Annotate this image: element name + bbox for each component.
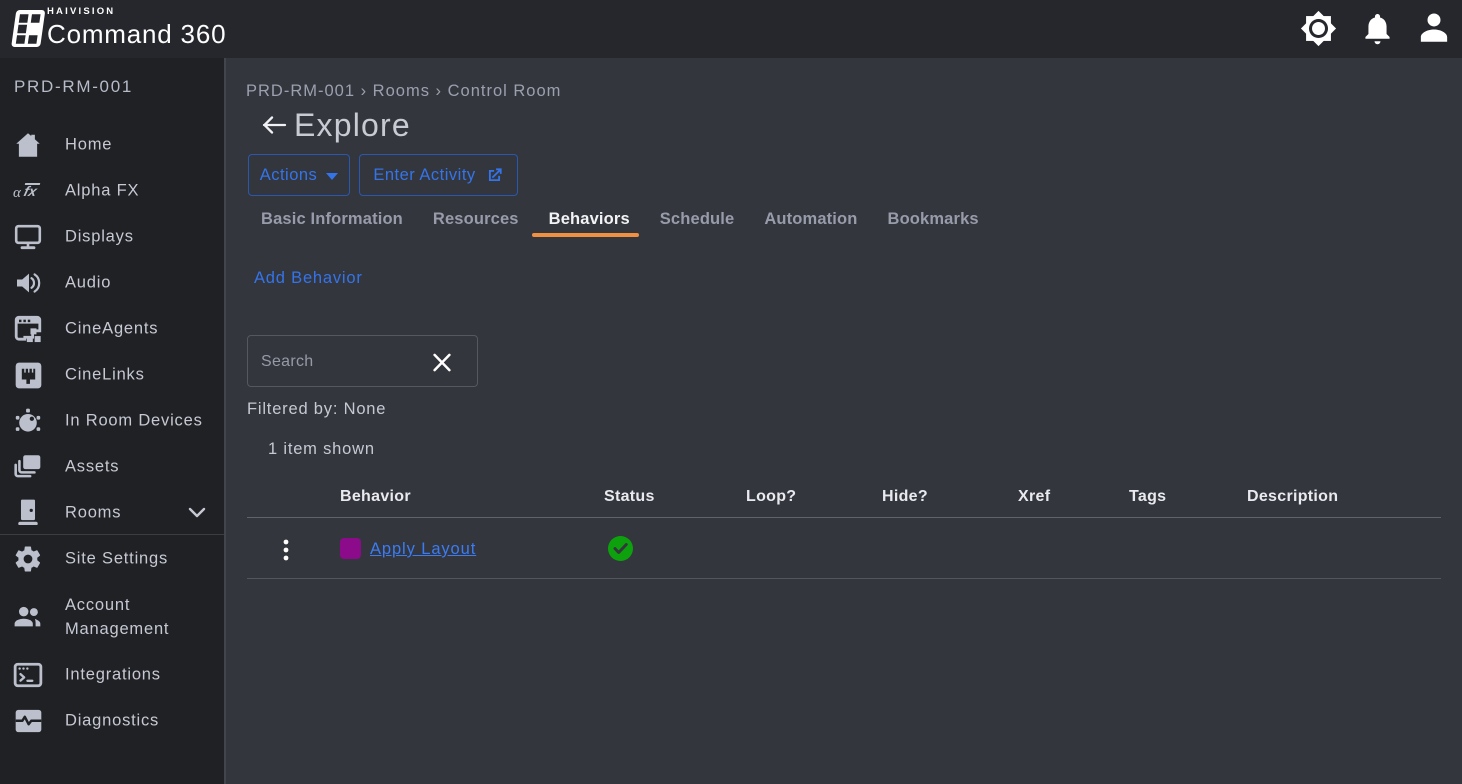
svg-text:fx: fx: [22, 184, 39, 200]
svg-text:α: α: [13, 185, 22, 201]
